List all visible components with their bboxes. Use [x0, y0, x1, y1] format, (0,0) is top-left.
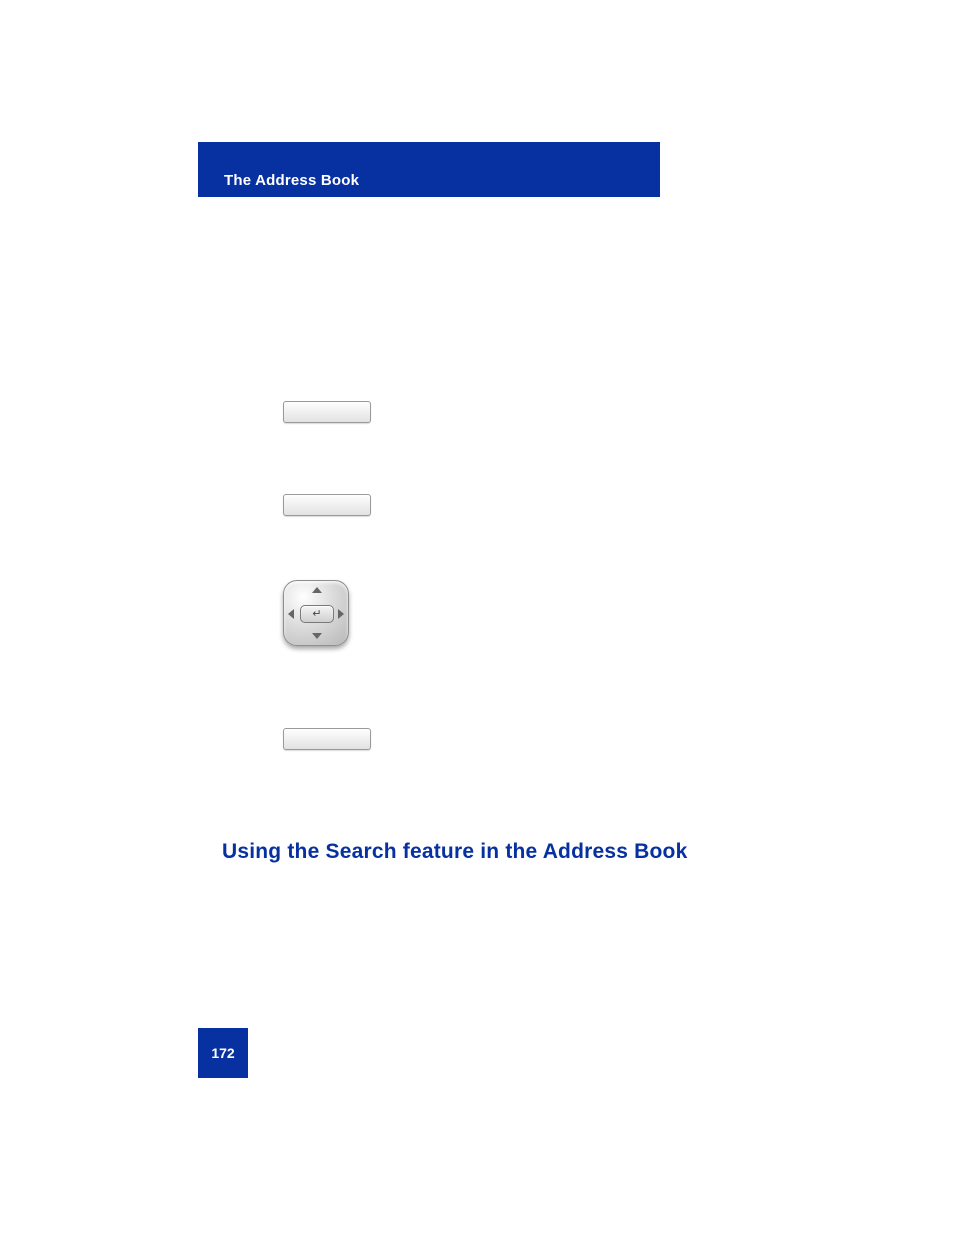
header-bar: The Address Book: [198, 142, 660, 197]
nav-arrow-down-icon: [312, 633, 322, 639]
nav-arrow-right-icon: [338, 609, 344, 619]
header-title: The Address Book: [224, 172, 359, 189]
nav-arrow-left-icon: [288, 609, 294, 619]
page-number: 172: [211, 1045, 234, 1061]
navigation-key-icon: [283, 580, 349, 646]
page-number-box: 172: [198, 1028, 248, 1078]
document-page: The Address Book Using the Search featur…: [0, 0, 954, 1235]
nav-arrow-up-icon: [312, 587, 322, 593]
softkey-button-3: [283, 728, 371, 750]
section-heading: Using the Search feature in the Address …: [222, 840, 687, 864]
softkey-button-2: [283, 494, 371, 516]
nav-enter-button-icon: [300, 605, 334, 623]
softkey-button-1: [283, 401, 371, 423]
